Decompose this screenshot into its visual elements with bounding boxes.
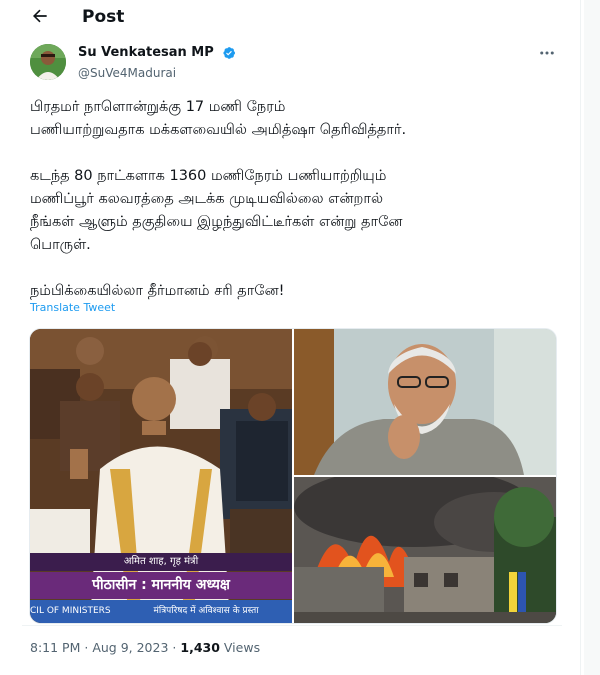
author-handle[interactable]: @SuVe4Madurai <box>78 65 176 81</box>
post-time[interactable]: 8:11 PM <box>30 640 80 655</box>
verified-badge-icon <box>223 46 236 59</box>
caption-presiding: पीठासीन : माननीय अध्यक्ष <box>30 572 292 599</box>
right-sidebar-edge <box>584 0 600 675</box>
caption-ticker-left: CIL OF MINISTERS <box>30 606 111 616</box>
photo-fire-scene[interactable] <box>294 467 556 623</box>
caption-ticker: CIL OF MINISTERS मंत्रिपरिषद में अविश्वा… <box>30 600 292 623</box>
post-date[interactable]: Aug 9, 2023 <box>92 640 168 655</box>
fire-photo <box>294 467 556 623</box>
author-name[interactable]: Su Venkatesan MP <box>78 45 214 60</box>
views-label: Views <box>223 640 261 655</box>
divider <box>22 625 562 626</box>
tweet-line: கடந்த 80 நாட்களாக 1360 மணிநேரம் பணியாற்ற… <box>30 168 387 184</box>
avatar-image <box>30 44 66 80</box>
post-column: Post Su Venkatesan MP @SuVe4Madurai பிரத… <box>0 0 581 675</box>
page-title: Post <box>82 7 125 27</box>
portrait-photo <box>294 329 556 475</box>
tweet-line: பொருள். <box>30 237 91 253</box>
tweet-line: மணிப்பூர் கலவரத்தை அடக்க முடியவில்லை என்… <box>30 191 384 207</box>
meta-separator: · <box>84 640 89 655</box>
media-grid: अमित शाह, गृह मंत्री पीठासीन : माननीय अध… <box>29 328 557 624</box>
photo-parliament-speaker[interactable]: अमित शाह, गृह मंत्री पीठासीन : माननीय अध… <box>30 329 292 623</box>
tweet-line: நம்பிக்கையில்லா தீர்மானம் சரி தானே! <box>30 283 285 299</box>
author-name-row[interactable]: Su Venkatesan MP <box>78 45 236 61</box>
tweet-meta: 8:11 PM · Aug 9, 2023 · 1,430 Views <box>30 640 260 656</box>
header-bar: Post <box>0 0 580 36</box>
caption-ticker-right: मंत्रिपरिषद में अविश्वास के प्रस्ता <box>153 606 259 616</box>
views-count: 1,430 <box>180 640 220 655</box>
caption-speaker-name: अमित शाह, गृह मंत्री <box>30 553 292 571</box>
arrow-left-icon <box>33 9 47 23</box>
tweet-line: பணியாற்றுவதாக மக்களவையில் அமித்ஷா தெரிவி… <box>30 122 407 138</box>
tweet-line: பிரதமர் நாளொன்றுக்கு 17 மணி நேரம் <box>30 99 286 115</box>
meta-separator: · <box>172 640 177 655</box>
tweet-line: நீங்கள் ஆளும் தகுதியை இழந்துவிட்டீர்கள் … <box>30 214 403 230</box>
back-button[interactable] <box>30 6 50 26</box>
more-options-button[interactable] <box>538 44 556 66</box>
translate-tweet-link[interactable]: Translate Tweet <box>30 301 115 315</box>
avatar[interactable] <box>30 44 66 80</box>
more-dots-icon <box>540 51 554 55</box>
tweet-text: பிரதமர் நாளொன்றுக்கு 17 மணி நேரம் பணியாற… <box>30 96 560 303</box>
photo-pensive-leader[interactable] <box>294 329 556 475</box>
